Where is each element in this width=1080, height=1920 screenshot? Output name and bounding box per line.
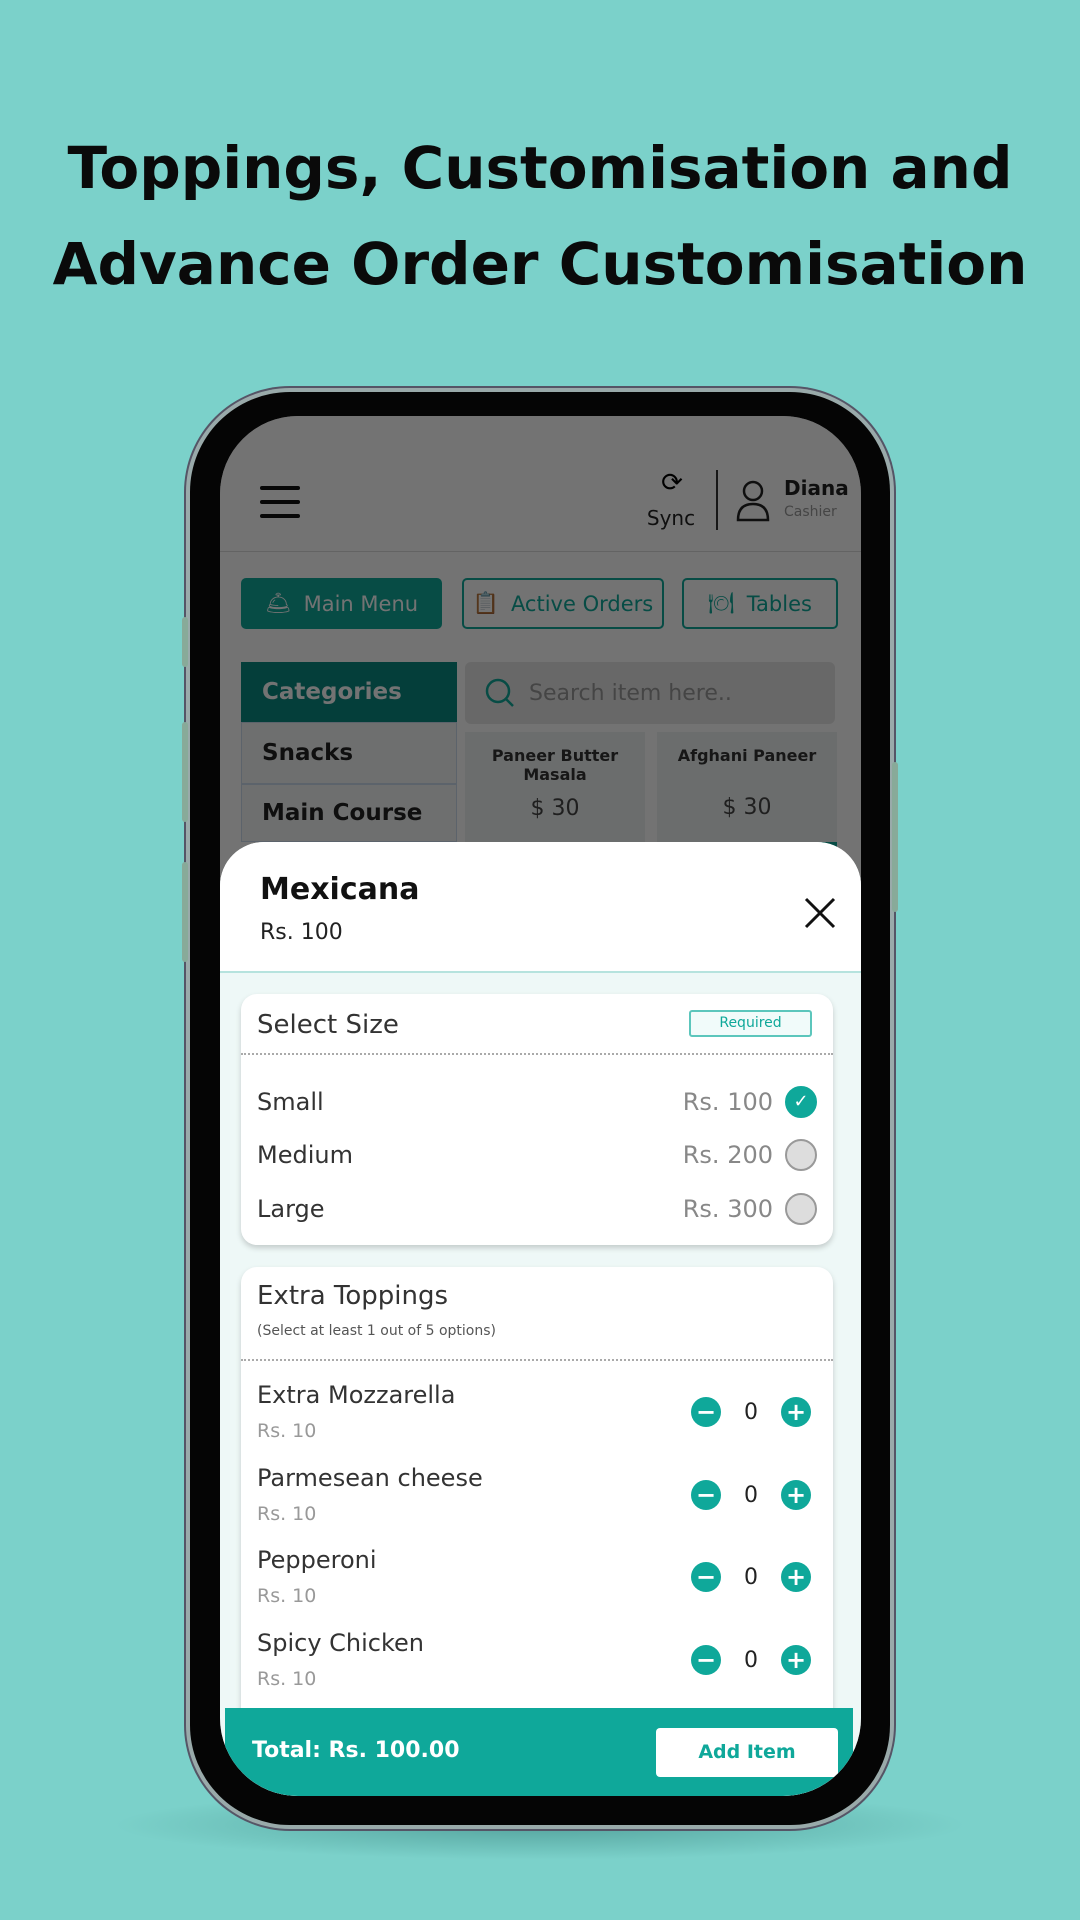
menu-card-price: $ 30 [530,796,580,821]
header-divider [716,470,718,530]
topping-price: Rs. 10 [257,1585,317,1607]
menu-card-price: $ 30 [722,795,772,820]
user-avatar-icon [736,480,770,522]
category-snacks[interactable]: Snacks [241,722,457,784]
size-medium-radio[interactable] [785,1139,817,1171]
item-name: Mexicana [260,872,420,907]
category-main-course[interactable]: Main Course [241,784,457,842]
active-orders-button[interactable]: 📋 Active Orders [462,578,664,629]
plus-icon[interactable]: + [781,1397,811,1427]
item-price: Rs. 100 [260,920,343,945]
topping-quantity: 0 [744,1564,758,1590]
search-input[interactable]: Search item here.. [465,662,835,724]
size-option-label: Medium [257,1141,353,1169]
topping-name: Extra Mozzarella [257,1381,456,1409]
modal-header: Mexicana Rs. 100 [220,842,861,973]
topping-quantity-stepper: − 0 + [691,1480,811,1510]
headline: Toppings, Customisation and Advance Orde… [0,120,1080,312]
plus-icon[interactable]: + [781,1480,811,1510]
tables-button[interactable]: 🍽 Tables [682,578,838,629]
menu-card-name: Afghani Paneer [677,746,817,765]
topping-price: Rs. 10 [257,1668,317,1690]
topping-quantity: 0 [744,1399,758,1425]
header-divider-line [220,551,861,552]
topping-name: Spicy Chicken [257,1629,425,1657]
size-section-title: Select Size [257,1010,399,1040]
toppings-section-title: Extra Toppings [257,1281,449,1311]
tables-label: Tables [746,591,812,616]
required-badge: Required [689,1010,812,1037]
topping-quantity: 0 [744,1647,758,1673]
main-menu-button[interactable]: 🛎 Main Menu [241,578,442,629]
user-name: Diana [784,476,849,500]
topping-quantity-stepper: − 0 + [691,1562,811,1592]
menu-card-name: Paneer Butter Masala [491,746,619,784]
sync-icon[interactable]: ⟳ [652,468,692,498]
size-option-label: Small [257,1088,324,1116]
toppings-section-subtitle: (Select at least 1 out of 5 options) [257,1323,496,1339]
menu-card[interactable]: Afghani Paneer $ 30 [657,732,837,852]
topping-price: Rs. 10 [257,1503,317,1525]
size-option-price: Rs. 300 [682,1195,773,1223]
menu-card[interactable]: Paneer Butter Masala $ 30 [465,732,645,852]
topping-price: Rs. 10 [257,1420,317,1442]
size-small-radio-checked[interactable]: ✓ [785,1086,817,1118]
topping-name: Pepperoni [257,1546,377,1574]
size-option-price: Rs. 100 [682,1088,773,1116]
search-icon [485,678,514,707]
active-orders-label: Active Orders [510,591,654,616]
close-icon[interactable] [804,897,836,929]
minus-icon[interactable]: − [691,1480,721,1510]
search-placeholder: Search item here.. [529,680,732,706]
customisation-modal: Mexicana Rs. 100 Select Size Required Sm… [220,842,861,1796]
plus-icon[interactable]: + [781,1562,811,1592]
main-menu-label: Main Menu [303,591,419,616]
headline-line-1: Toppings, Customisation and [67,134,1013,202]
size-option-price: Rs. 200 [682,1141,773,1169]
order-footer: Total: Rs. 100.00 Add Item [225,1708,853,1796]
plus-icon[interactable]: + [781,1645,811,1675]
size-large-radio[interactable] [785,1193,817,1225]
topping-quantity: 0 [744,1482,758,1508]
categories-header: Categories [241,662,457,722]
hamburger-menu-icon[interactable] [260,486,300,528]
topping-name: Parmesean cheese [257,1464,483,1492]
clipboard-icon: 📋 [472,591,499,615]
minus-icon[interactable]: − [691,1397,721,1427]
select-size-section: Select Size Required Small Rs. 100 ✓ Med… [241,994,833,1245]
phone-screen: ⟳ Sync Diana Cashier 🛎 Main Menu 📋 Active … [220,416,861,1796]
bell-icon: 🛎 [264,591,292,615]
topping-quantity-stepper: − 0 + [691,1397,811,1427]
user-role: Cashier [784,504,837,520]
add-item-button[interactable]: Add Item [656,1728,838,1777]
minus-icon[interactable]: − [691,1645,721,1675]
table-icon: 🍽 [708,591,735,615]
topping-quantity-stepper: − 0 + [691,1645,811,1675]
total-amount: Total: Rs. 100.00 [252,1738,460,1763]
sync-label[interactable]: Sync [640,506,702,530]
headline-line-2: Advance Order Customisation [52,230,1028,298]
minus-icon[interactable]: − [691,1562,721,1592]
size-option-label: Large [257,1195,325,1223]
